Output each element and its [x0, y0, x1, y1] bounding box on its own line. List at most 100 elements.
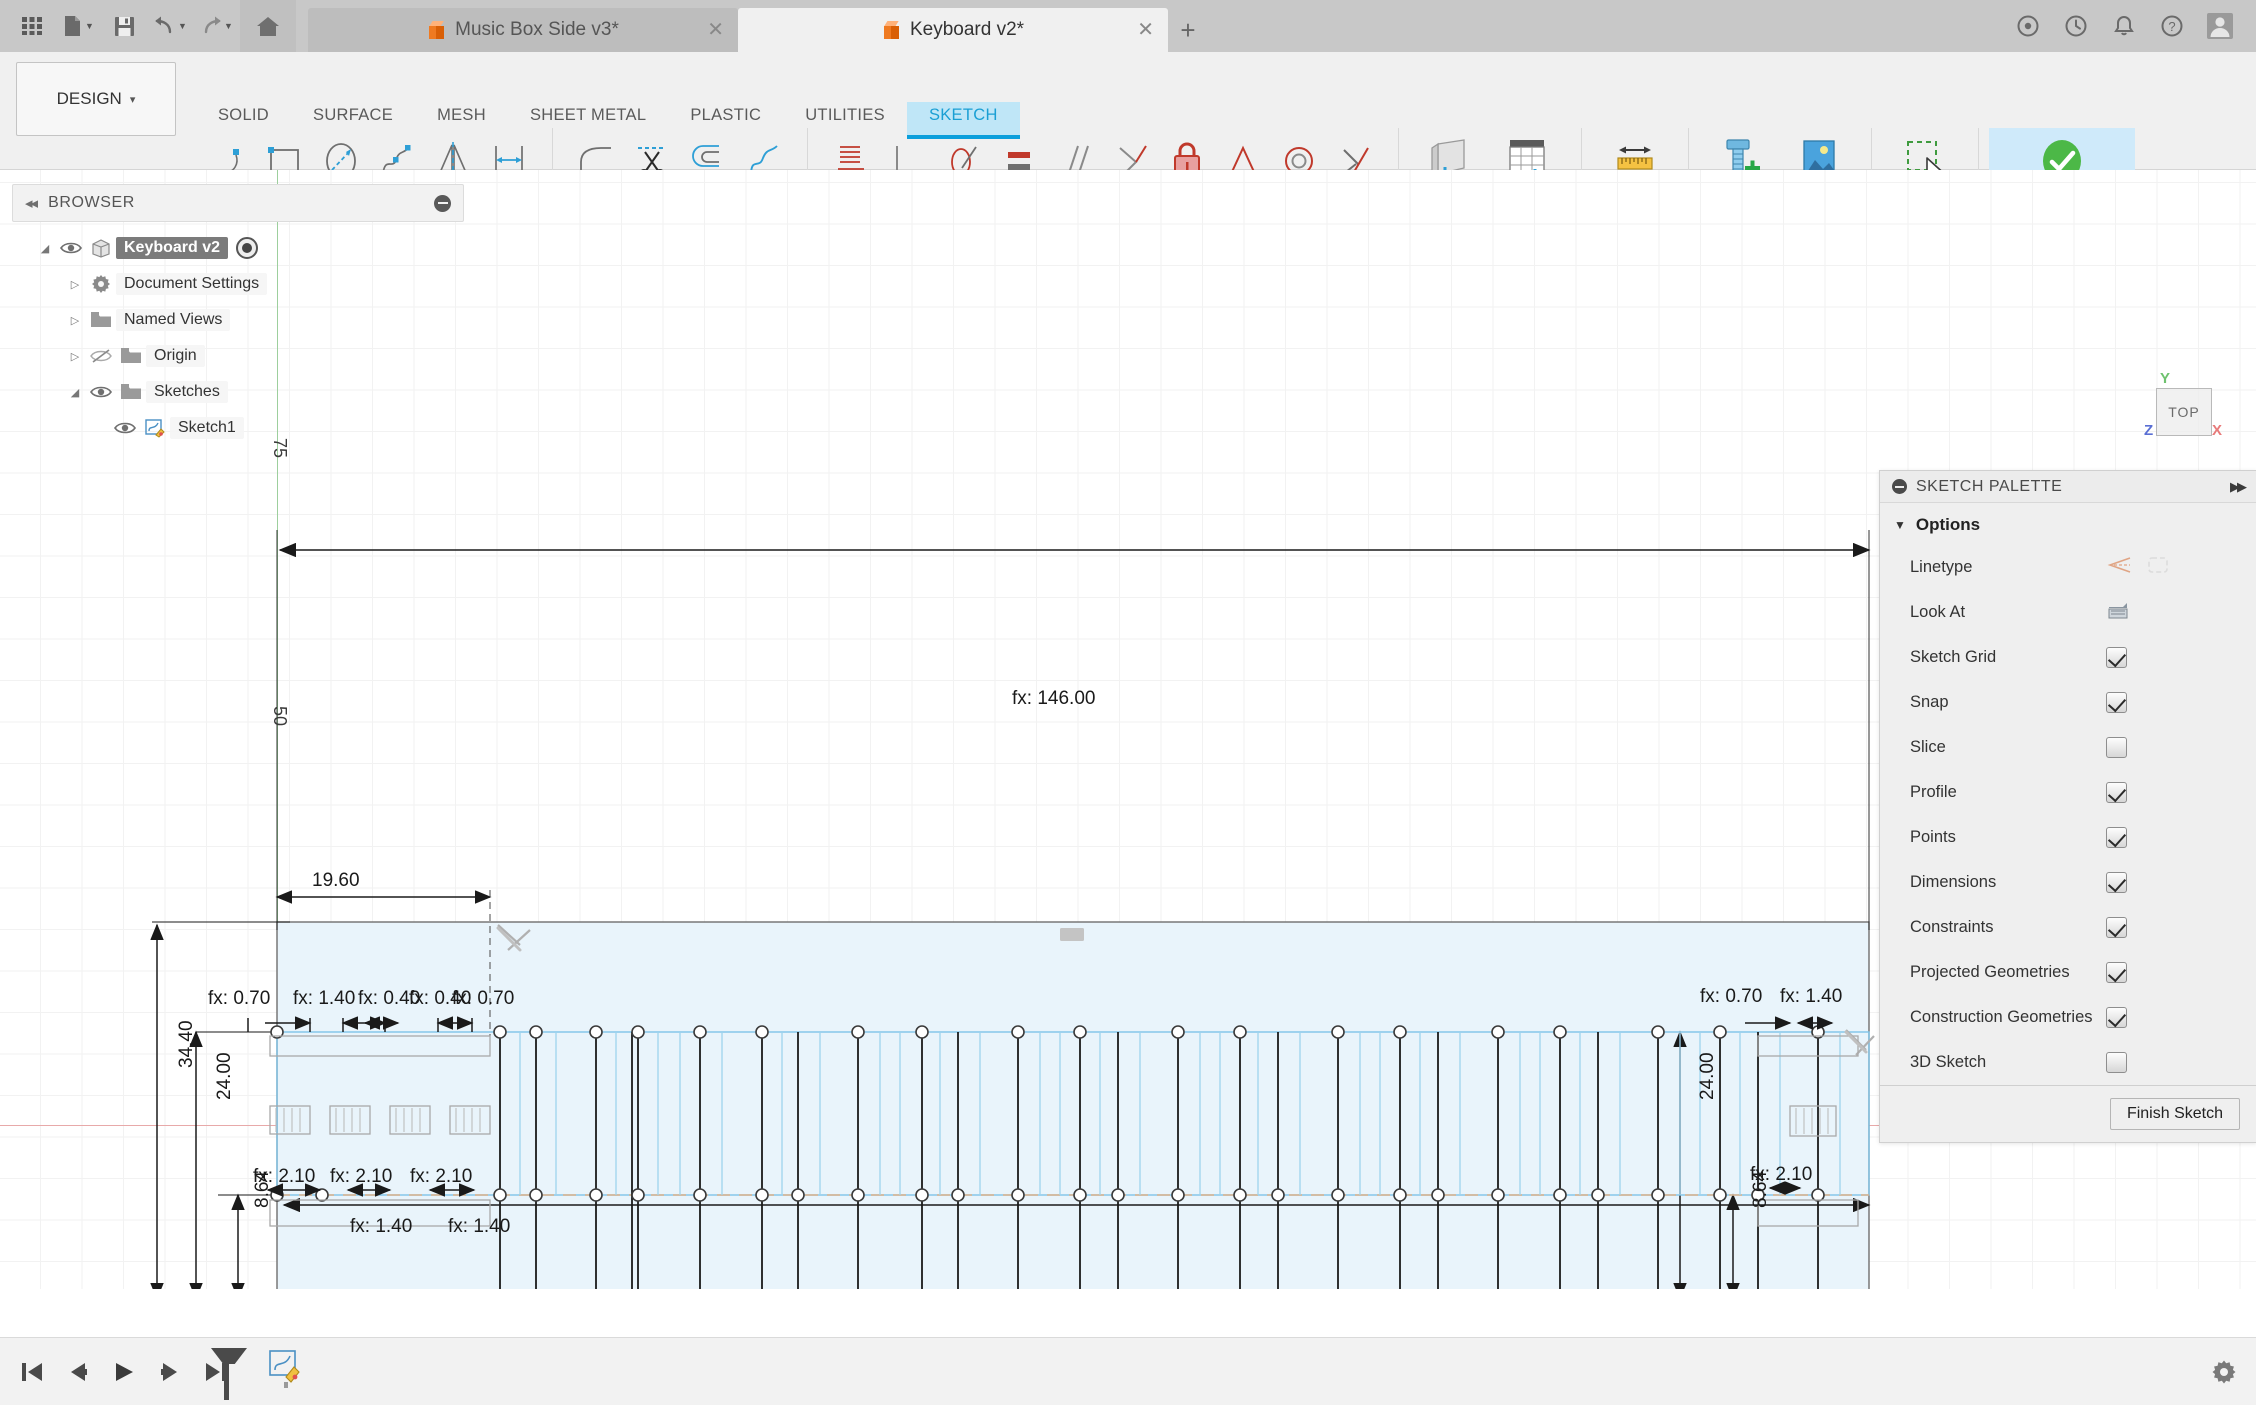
snap-checkbox[interactable]	[2106, 692, 2127, 713]
clock-icon[interactable]	[2054, 4, 2098, 48]
timeline-bar	[0, 1337, 2256, 1405]
chevron-down-icon[interactable]: ▼	[224, 21, 233, 31]
palette-label-projected-geometries: Projected Geometries	[1910, 963, 2070, 981]
dimension-height-3440[interactable]: 34.40	[176, 1020, 198, 1068]
browser-header: ◂◂ BROWSER	[12, 184, 464, 222]
browser-node-sketch1[interactable]: Sketch1	[12, 410, 464, 446]
dimensions-checkbox[interactable]	[2106, 872, 2127, 893]
timeline-feature-sketch1[interactable]	[266, 1348, 310, 1396]
dimension-key-span-230-a[interactable]: fx: 2.30	[1745, 1288, 1807, 1289]
home-icon[interactable]	[240, 0, 296, 52]
sketch-grid-checkbox[interactable]	[2106, 647, 2127, 668]
dimension-key-pitch-210-right[interactable]: fx: 2.10	[1750, 1164, 1812, 1186]
close-icon[interactable]: ✕	[707, 20, 724, 40]
browser-node-keyboard-v2[interactable]: ◢ Keyboard v2	[12, 230, 464, 266]
visibility-icon[interactable]	[86, 385, 116, 399]
browser-node-sketches[interactable]: ◢ Sketches	[12, 374, 464, 410]
minimize-browser-icon[interactable]	[434, 194, 451, 212]
document-tab-keyboard[interactable]: Keyboard v2* ✕	[738, 8, 1168, 52]
twisty-icon[interactable]: ▷	[64, 278, 86, 291]
workspace-selector[interactable]: DESIGN ▾	[16, 62, 176, 136]
view-cube-top-face[interactable]: TOP	[2156, 388, 2212, 436]
collapse-browser-icon[interactable]: ◂◂	[25, 194, 38, 212]
browser-node-origin[interactable]: ▷ Origin	[12, 338, 464, 374]
help-circle-icon[interactable]	[2006, 4, 2050, 48]
dimension-key-gap-070-b[interactable]: fx: 0.70	[452, 988, 514, 1010]
sketch-canvas[interactable]: fx: 146.00 fx: 146.00 19.60 75 50 34.40 …	[0, 170, 2256, 1289]
construction-line-icon[interactable]	[2106, 555, 2132, 580]
dimension-key-pitch-210-a[interactable]: fx: 2.10	[253, 1166, 315, 1188]
dimension-key-width-140-b[interactable]: fx: 1.40	[448, 1216, 510, 1238]
app-grid-icon[interactable]	[10, 4, 54, 48]
visibility-icon[interactable]	[56, 241, 86, 255]
twisty-icon[interactable]: ▷	[64, 314, 86, 327]
redo-icon[interactable]: ▼	[194, 4, 238, 48]
dimension-key-pitch-210-b[interactable]: fx: 2.10	[330, 1166, 392, 1188]
new-file-icon[interactable]: ▼	[56, 4, 100, 48]
timeline-controls	[0, 1358, 230, 1386]
top-bar: ▼ ▼ ▼ Music Box Side v3* ✕ Keyboard v2* …	[0, 0, 2256, 52]
browser-panel: ◂◂ BROWSER ◢ Keyboard v2 ▷ Document Sett…	[12, 184, 464, 446]
document-tab-bar: Music Box Side v3* ✕ Keyboard v2* ✕ +	[308, 0, 2006, 52]
timeline-step-forward-icon[interactable]	[156, 1358, 184, 1386]
chevron-down-icon[interactable]: ▼	[1894, 518, 1906, 532]
3d-sketch-checkbox[interactable]	[2106, 1052, 2127, 1073]
visibility-off-icon[interactable]	[86, 348, 116, 364]
bell-icon[interactable]	[2102, 4, 2146, 48]
undo-icon[interactable]: ▼	[148, 4, 192, 48]
profile-checkbox[interactable]	[2106, 782, 2127, 803]
component-icon	[86, 238, 116, 258]
twisty-icon[interactable]: ◢	[34, 242, 56, 255]
palette-label-profile: Profile	[1910, 783, 1957, 801]
dimension-key-pitch-210-c[interactable]: fx: 2.10	[410, 1166, 472, 1188]
dimension-overall-width-top[interactable]: fx: 146.00	[1012, 688, 1095, 710]
view-cube[interactable]: TOP Y X Z	[2144, 370, 2222, 442]
twisty-icon[interactable]: ◢	[64, 386, 86, 399]
palette-label-linetype: Linetype	[1910, 558, 1973, 576]
dimension-key-gap-140-a[interactable]: fx: 1.40	[293, 988, 355, 1010]
timeline-marker[interactable]	[211, 1348, 247, 1400]
new-tab-button[interactable]: +	[1168, 8, 1208, 52]
document-tab-music-box-side[interactable]: Music Box Side v3* ✕	[308, 8, 738, 52]
projected-geometries-checkbox[interactable]	[2106, 962, 2127, 983]
twisty-icon[interactable]: ▷	[64, 350, 86, 363]
browser-node-named-views[interactable]: ▷ Named Views	[12, 302, 464, 338]
chevron-down-icon[interactable]: ▼	[85, 21, 94, 31]
browser-tree: ◢ Keyboard v2 ▷ Document Settings ▷ Name…	[12, 230, 464, 446]
visibility-icon[interactable]	[110, 421, 140, 435]
account-icon[interactable]	[2198, 4, 2242, 48]
look-at-icon[interactable]	[2106, 600, 2130, 626]
timeline-step-back-icon[interactable]	[64, 1358, 92, 1386]
topbar-right-icons: ?	[2006, 0, 2256, 52]
timeline-go-start-icon[interactable]	[18, 1358, 46, 1386]
palette-section-options[interactable]: ▼ Options	[1880, 503, 2256, 545]
dimension-key-width-140-a[interactable]: fx: 1.40	[350, 1216, 412, 1238]
browser-node-document-settings[interactable]: ▷ Document Settings	[12, 266, 464, 302]
dimension-height-2400-left[interactable]: 24.00	[214, 1052, 236, 1100]
minimize-palette-icon[interactable]	[1892, 479, 1907, 494]
activate-component-radio[interactable]	[236, 237, 259, 259]
save-icon[interactable]	[102, 4, 146, 48]
browser-node-label: Sketch1	[170, 417, 244, 439]
slice-checkbox[interactable]	[2106, 737, 2127, 758]
finish-sketch-button[interactable]: Finish Sketch	[2109, 1098, 2240, 1130]
timeline-play-icon[interactable]	[110, 1358, 138, 1386]
construction-geometries-checkbox[interactable]	[2106, 1007, 2127, 1028]
dimension-key-gap-070-right[interactable]: fx: 0.70	[1700, 986, 1762, 1008]
timeline-settings-icon[interactable]	[2210, 1358, 2238, 1386]
sketch-palette-header: SKETCH PALETTE ▶▶	[1880, 471, 2256, 503]
dimension-key-gap-070-a[interactable]: fx: 0.70	[208, 988, 270, 1010]
dimension-height-2400-right[interactable]: 24.00	[1697, 1052, 1719, 1100]
chevron-down-icon[interactable]: ▼	[178, 21, 187, 31]
close-icon[interactable]: ✕	[1137, 20, 1154, 40]
constraints-checkbox[interactable]	[2106, 917, 2127, 938]
document-cube-icon	[882, 20, 901, 40]
centerline-icon[interactable]	[2146, 555, 2170, 580]
points-checkbox[interactable]	[2106, 827, 2127, 848]
palette-label-constraints: Constraints	[1910, 918, 1994, 936]
dimension-offset-1960[interactable]: 19.60	[312, 870, 360, 892]
question-icon[interactable]: ?	[2150, 4, 2194, 48]
dimension-key-gap-140-right[interactable]: fx: 1.40	[1780, 986, 1842, 1008]
expand-palette-icon[interactable]: ▶▶	[2230, 479, 2247, 495]
palette-section-label: Options	[1915, 515, 1981, 534]
